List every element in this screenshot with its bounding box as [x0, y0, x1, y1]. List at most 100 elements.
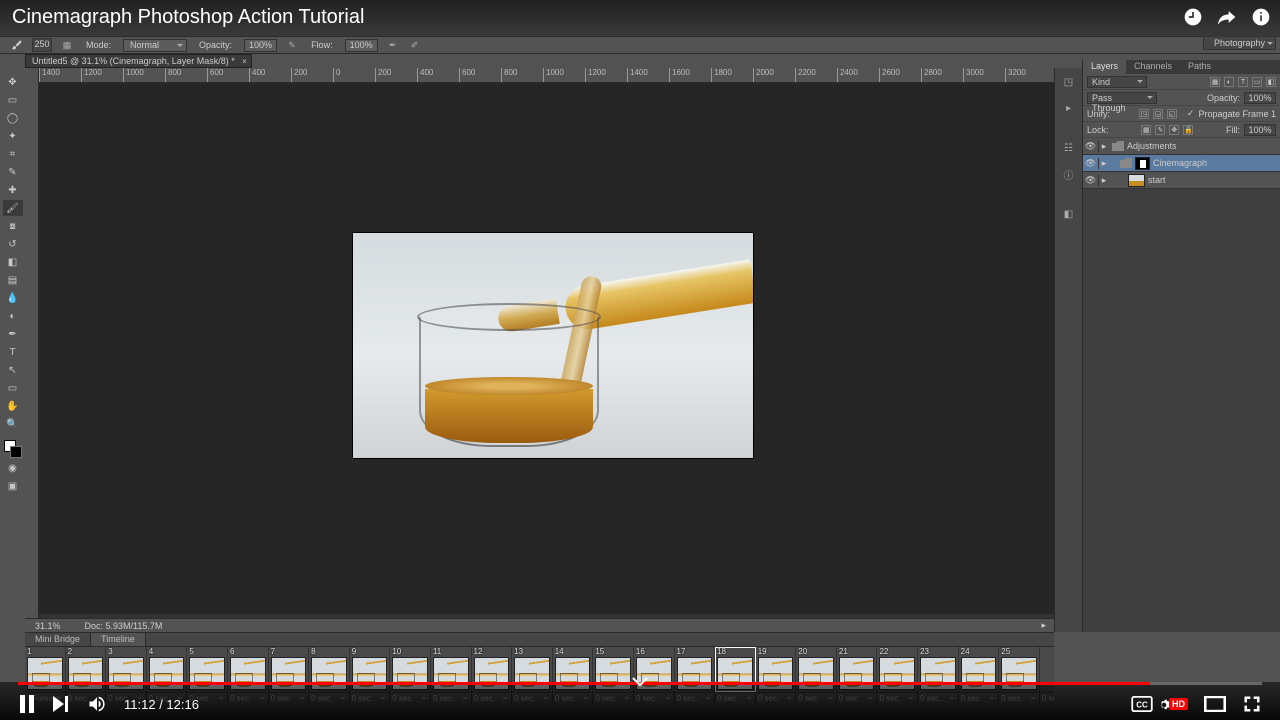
volume-button[interactable]	[86, 694, 108, 714]
mask-thumb[interactable]	[1135, 157, 1150, 170]
layer-name: start	[1148, 175, 1166, 185]
canvas-wrap: 1400120010008006004002000200400600800100…	[25, 68, 1054, 632]
canvas[interactable]	[39, 83, 1054, 614]
opacity-value[interactable]: 100%	[244, 39, 277, 52]
dodge-tool[interactable]: ◐	[3, 308, 23, 324]
expand-icon[interactable]: ▸	[1099, 158, 1109, 169]
video-title: Cinemagraph Photoshop Action Tutorial	[12, 6, 364, 28]
properties-panel-icon[interactable]: ☷	[1059, 138, 1079, 158]
flow-value[interactable]: 100%	[345, 39, 378, 52]
type-tool[interactable]: T	[3, 344, 23, 360]
pause-button[interactable]	[18, 694, 36, 714]
tab-layers[interactable]: Layers	[1083, 60, 1126, 74]
propagate-label[interactable]: Propagate Frame 1	[1198, 109, 1276, 119]
layer-fill[interactable]: 100%	[1244, 124, 1276, 136]
panel-dock: ◳ ▸ ☷ ⓘ ◧	[1054, 68, 1082, 632]
blend-mode[interactable]: Pass Through	[1087, 92, 1157, 104]
history-panel-icon[interactable]: ◳	[1059, 72, 1079, 92]
folder-icon	[1112, 141, 1124, 151]
actions-panel-icon[interactable]: ▸	[1059, 98, 1079, 118]
brush-tool[interactable]: 🖌	[3, 200, 23, 216]
eyedropper-tool[interactable]: ✎	[3, 164, 23, 180]
status-docsize[interactable]: Doc: 5.93M/115.7M	[85, 621, 163, 631]
theater-button[interactable]	[1204, 696, 1226, 712]
document-tab-label: Untitled5 @ 31.1% (Cinemagraph, Layer Ma…	[32, 56, 235, 66]
visibility-icon[interactable]: 👁	[1083, 141, 1099, 152]
unify-icons[interactable]: ◳◲◱	[1139, 109, 1177, 119]
captions-button[interactable]: CC	[1131, 696, 1153, 712]
status-bar: 31.1% Doc: 5.93M/115.7M ▸	[25, 618, 1054, 632]
shape-tool[interactable]: ▭	[3, 380, 23, 396]
layers-tabs: Layers Channels Paths	[1083, 60, 1280, 74]
tool-strip: ✥ ▭ ◯ ✦ ⌗ ✎ ✚ 🖌 ⧇ ↺ ◧ ▤ 💧 ◐ ✒ T ↖ ▭ ✋ 🔍 …	[0, 68, 25, 720]
heal-tool[interactable]: ✚	[3, 182, 23, 198]
crop-tool[interactable]: ⌗	[3, 146, 23, 162]
mode-select[interactable]: Normal	[123, 39, 187, 52]
status-arrow-icon[interactable]: ▸	[1041, 620, 1046, 631]
filter-kind[interactable]: Kind	[1087, 76, 1147, 88]
layer-opacity[interactable]: 100%	[1244, 92, 1276, 104]
layer-name: Cinemagraph	[1153, 158, 1207, 168]
screenmode-tool[interactable]: ▣	[3, 478, 23, 494]
wand-tool[interactable]: ✦	[3, 128, 23, 144]
brush-tool-icon[interactable]	[10, 38, 24, 52]
visibility-icon[interactable]: 👁	[1083, 158, 1099, 169]
expand-icon[interactable]: ▸	[1099, 141, 1109, 152]
info-panel-icon[interactable]: ⓘ	[1059, 164, 1079, 184]
bottom-panel-tabs: Mini Bridge Timeline	[25, 632, 1054, 646]
layer-name: Adjustments	[1127, 141, 1177, 151]
expand-icon[interactable]: ▸	[1099, 175, 1109, 186]
artboard	[353, 233, 753, 458]
opacity-label: Opacity:	[1207, 93, 1240, 103]
path-tool[interactable]: ↖	[3, 362, 23, 378]
gradient-tool[interactable]: ▤	[3, 272, 23, 288]
share-icon[interactable]	[1216, 6, 1238, 28]
tab-timeline[interactable]: Timeline	[91, 633, 146, 646]
workspace-switcher[interactable]: Photography	[1203, 36, 1276, 50]
lasso-tool[interactable]: ◯	[3, 110, 23, 126]
ruler-horizontal[interactable]: 1400120010008006004002000200400600800100…	[39, 68, 1054, 83]
move-tool[interactable]: ✥	[3, 74, 23, 90]
marquee-tool[interactable]: ▭	[3, 92, 23, 108]
photoshop-window: 250 ▦ Mode: Normal Opacity: 100% ✎ Flow:…	[0, 0, 1280, 720]
fullscreen-button[interactable]	[1242, 694, 1262, 714]
filter-type-icons[interactable]: ▦◐T▭◧	[1210, 77, 1276, 87]
close-icon[interactable]: ×	[242, 56, 247, 68]
pressure-size-icon[interactable]: ✐	[408, 38, 422, 52]
tab-paths[interactable]: Paths	[1180, 60, 1219, 74]
options-bar: 250 ▦ Mode: Normal Opacity: 100% ✎ Flow:…	[0, 36, 1280, 54]
document-tab[interactable]: Untitled5 @ 31.1% (Cinemagraph, Layer Ma…	[25, 54, 252, 68]
quickmask-tool[interactable]: ◉	[3, 460, 23, 476]
next-button[interactable]	[52, 695, 70, 713]
brush-panel-icon[interactable]: ▦	[60, 38, 74, 52]
video-title-bar: Cinemagraph Photoshop Action Tutorial	[0, 0, 1280, 36]
blur-tool[interactable]: 💧	[3, 290, 23, 306]
brush-size[interactable]: 250	[32, 38, 52, 52]
zoom-tool[interactable]: 🔍	[3, 416, 23, 432]
opacity-label: Opacity:	[195, 40, 236, 50]
color-swatch[interactable]	[4, 440, 22, 458]
history-brush-tool[interactable]: ↺	[3, 236, 23, 252]
watch-later-icon[interactable]	[1182, 6, 1204, 28]
layer-thumb	[1128, 174, 1145, 187]
adjustments-panel-icon[interactable]: ◧	[1059, 204, 1079, 224]
tab-mini-bridge[interactable]: Mini Bridge	[25, 633, 91, 646]
collapse-icon[interactable]	[632, 677, 648, 690]
stamp-tool[interactable]: ⧇	[3, 218, 23, 234]
pen-tool[interactable]: ✒	[3, 326, 23, 342]
info-icon[interactable]	[1250, 6, 1272, 28]
layer-row[interactable]: 👁▸ start	[1083, 172, 1280, 189]
ruler-vertical[interactable]	[25, 68, 39, 632]
layer-row[interactable]: 👁▸ Cinemagraph	[1083, 155, 1280, 172]
layers-panel: Layers Channels Paths Kind ▦◐T▭◧ Pass Th…	[1082, 60, 1280, 632]
visibility-icon[interactable]: 👁	[1083, 175, 1099, 186]
settings-button[interactable]: HD	[1169, 698, 1188, 710]
airbrush-icon[interactable]: ✒	[386, 38, 400, 52]
lock-icons[interactable]: ▦✎✥🔒	[1141, 125, 1193, 135]
layer-row[interactable]: 👁▸ Adjustments	[1083, 138, 1280, 155]
status-zoom[interactable]: 31.1%	[35, 621, 61, 631]
tab-channels[interactable]: Channels	[1126, 60, 1180, 74]
pressure-opacity-icon[interactable]: ✎	[285, 38, 299, 52]
hand-tool[interactable]: ✋	[3, 398, 23, 414]
eraser-tool[interactable]: ◧	[3, 254, 23, 270]
